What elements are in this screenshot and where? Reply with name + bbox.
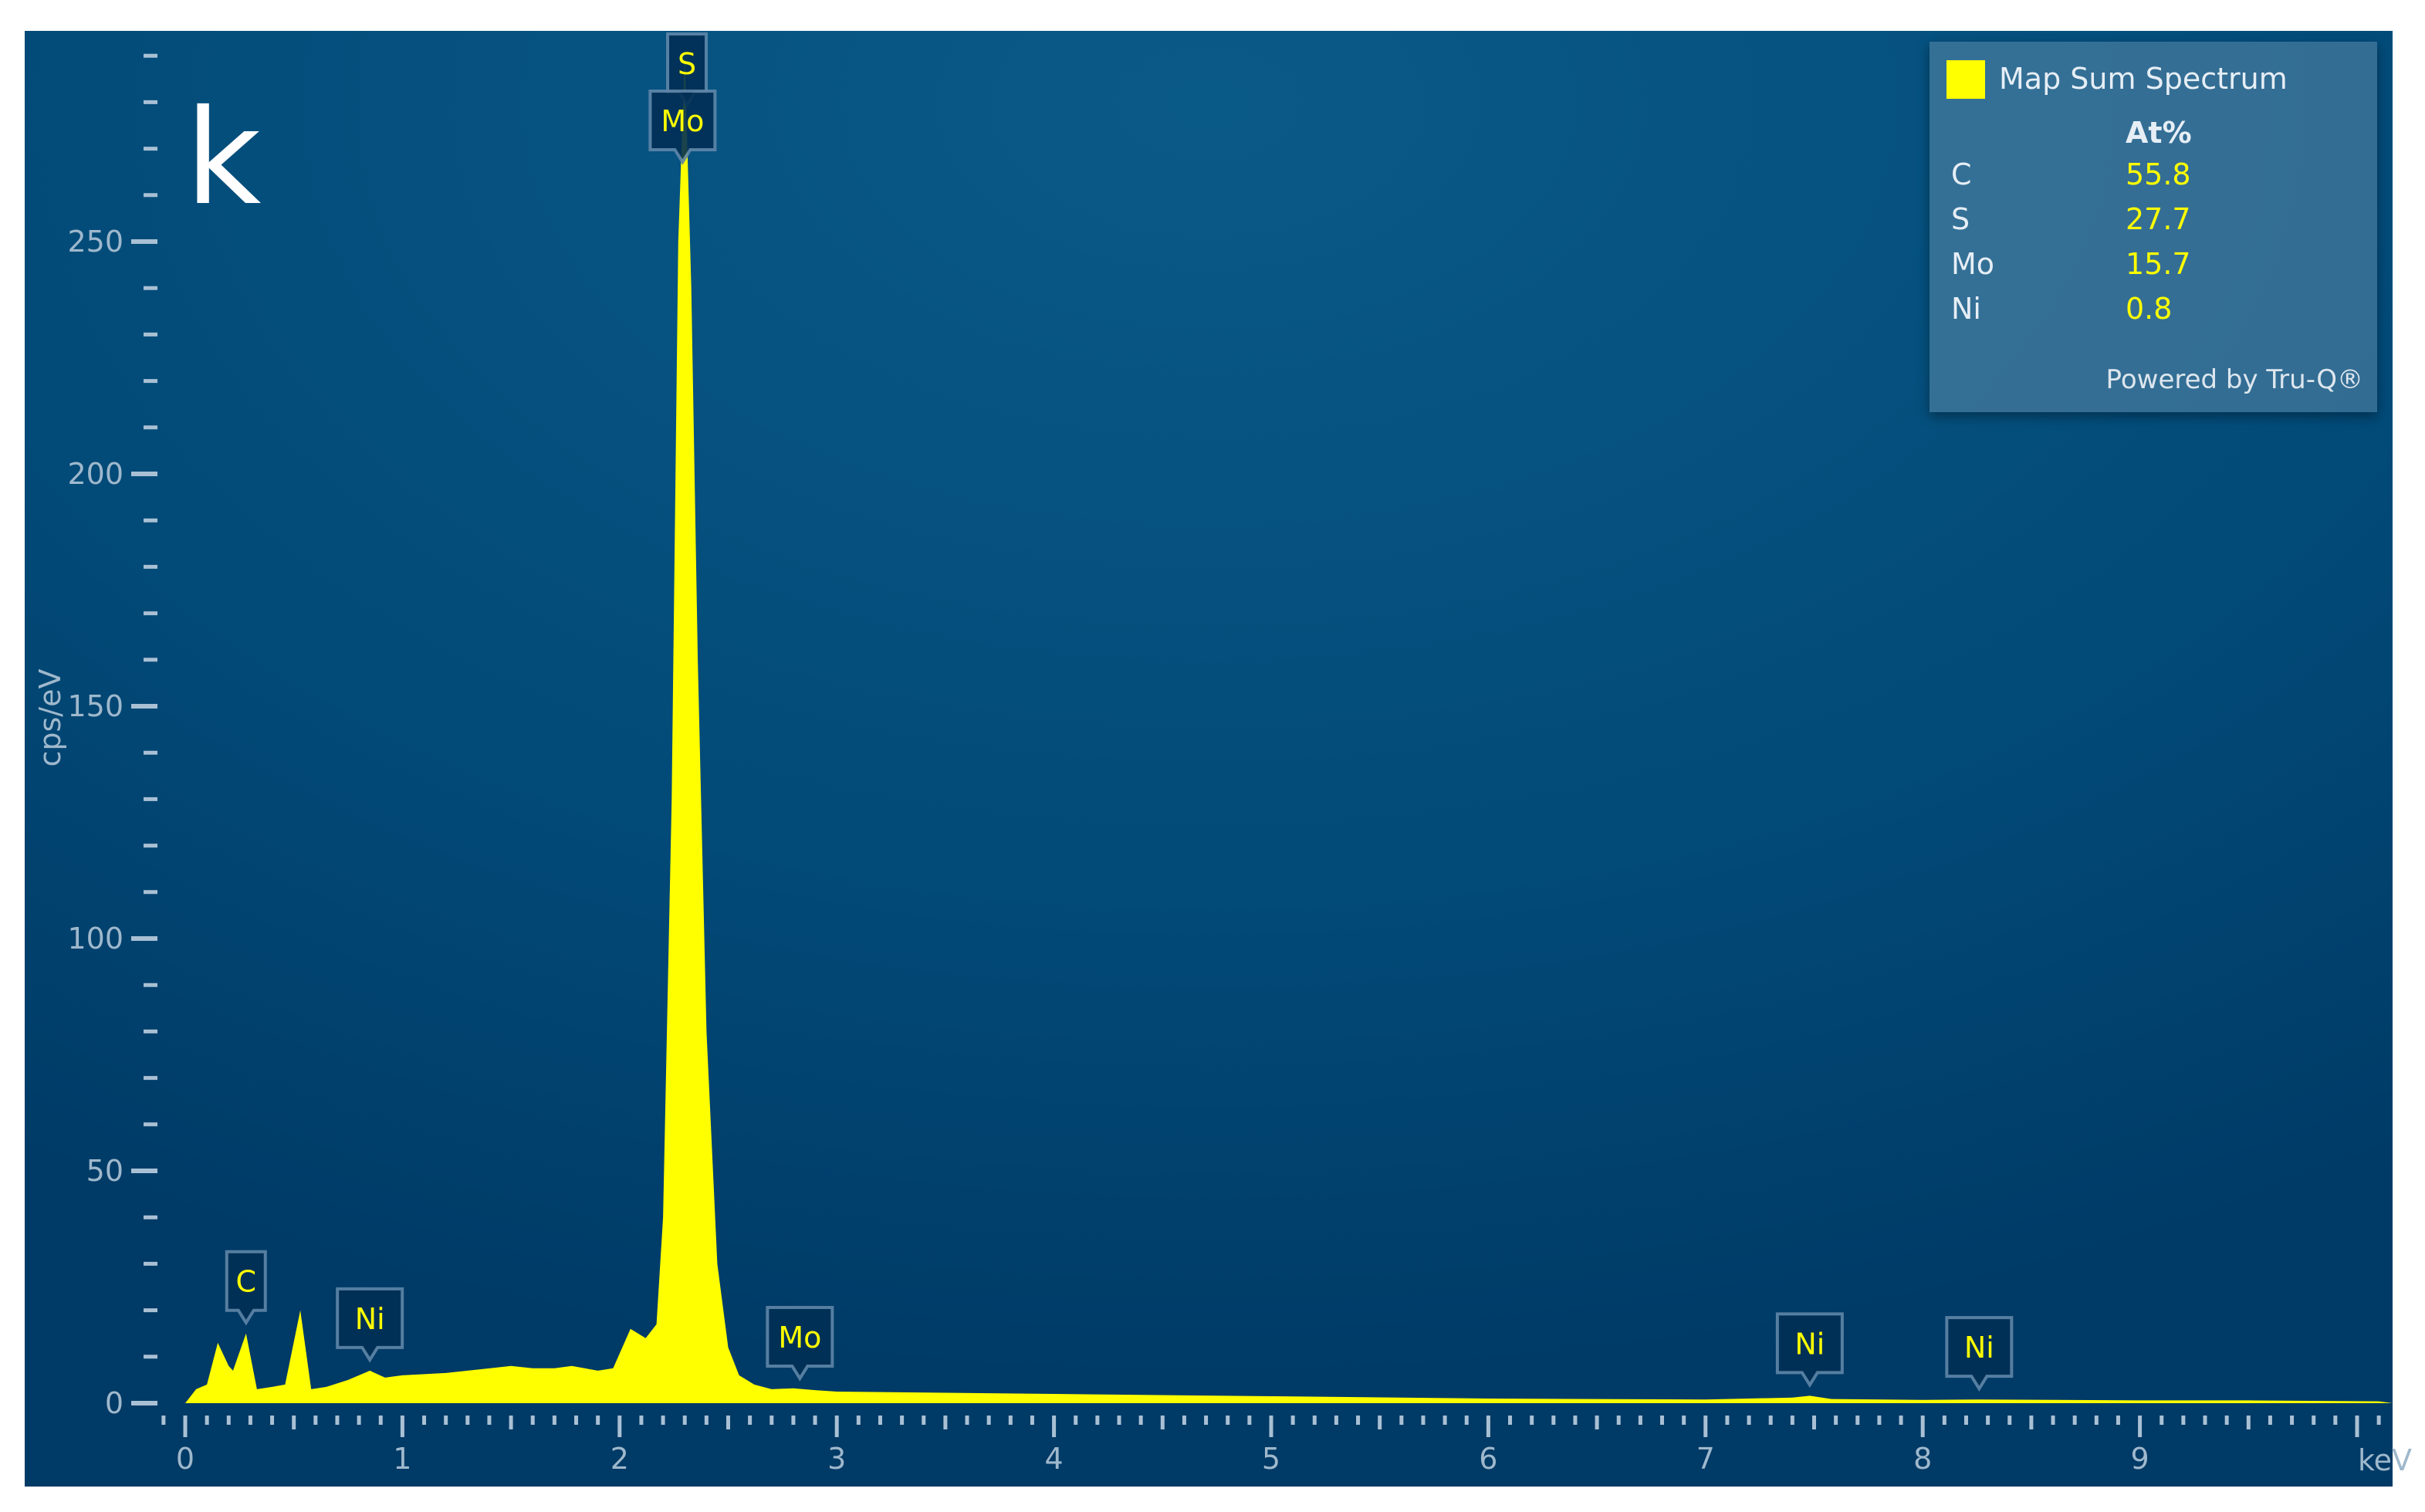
x-tick-label: 2 <box>610 1442 629 1476</box>
y-tick-label: 200 <box>67 457 123 491</box>
y-tick-label: 50 <box>86 1154 123 1188</box>
x-tick-label: 3 <box>827 1442 846 1476</box>
x-tick-label: 5 <box>1262 1442 1280 1476</box>
legend-element: Ni <box>1951 292 1981 326</box>
legend-value: 27.7 <box>2126 202 2191 236</box>
x-axis-label: keV <box>2358 1443 2412 1477</box>
legend-value: 15.7 <box>2126 247 2191 281</box>
y-tick-label: 0 <box>105 1386 123 1420</box>
panel-label: k <box>185 82 262 235</box>
x-tick-label: 0 <box>176 1442 194 1476</box>
legend-element: Mo <box>1951 247 1995 281</box>
y-axis-label: cps/eV <box>33 669 67 767</box>
x-tick-label: 6 <box>1479 1442 1497 1476</box>
peak-label-text: C <box>236 1265 257 1299</box>
x-tick-label: 9 <box>2131 1442 2149 1476</box>
legend-row: Mo 15.7 <box>1951 247 2260 292</box>
legend-column-header: At% <box>2126 116 2192 150</box>
legend-element: S <box>1951 202 1970 236</box>
legend-series-name: Map Sum Spectrum <box>1999 62 2288 96</box>
peak-label-text: Mo <box>661 104 704 138</box>
legend-element: C <box>1951 157 1972 191</box>
y-tick-label: 100 <box>67 922 123 956</box>
y-tick-label: 250 <box>67 225 123 259</box>
peak-label-text: Mo <box>778 1321 821 1355</box>
legend-value: 0.8 <box>2126 292 2173 326</box>
legend-swatch <box>1946 60 1985 99</box>
x-tick-label: 4 <box>1045 1442 1064 1476</box>
peak-label-text: Ni <box>1964 1331 1994 1365</box>
x-tick-label: 7 <box>1696 1442 1715 1476</box>
x-tick-label: 1 <box>393 1442 411 1476</box>
legend-row: Ni 0.8 <box>1951 292 2260 337</box>
legend-row: S 27.7 <box>1951 202 2260 247</box>
peak-label-text: Ni <box>1794 1327 1825 1361</box>
legend-panel: Map Sum Spectrum At% C 55.8 S 27.7 Mo 15.7 … <box>1930 42 2377 412</box>
x-tick-label: 8 <box>1913 1442 1932 1476</box>
y-tick-label: 150 <box>67 689 123 723</box>
legend-footer: Powered by Tru-Q® <box>2105 364 2363 395</box>
legend-value: 55.8 <box>2126 157 2191 191</box>
legend-row: C 55.8 <box>1951 157 2260 202</box>
peak-label-text: S <box>678 47 696 81</box>
peak-label-text: Ni <box>355 1302 385 1336</box>
